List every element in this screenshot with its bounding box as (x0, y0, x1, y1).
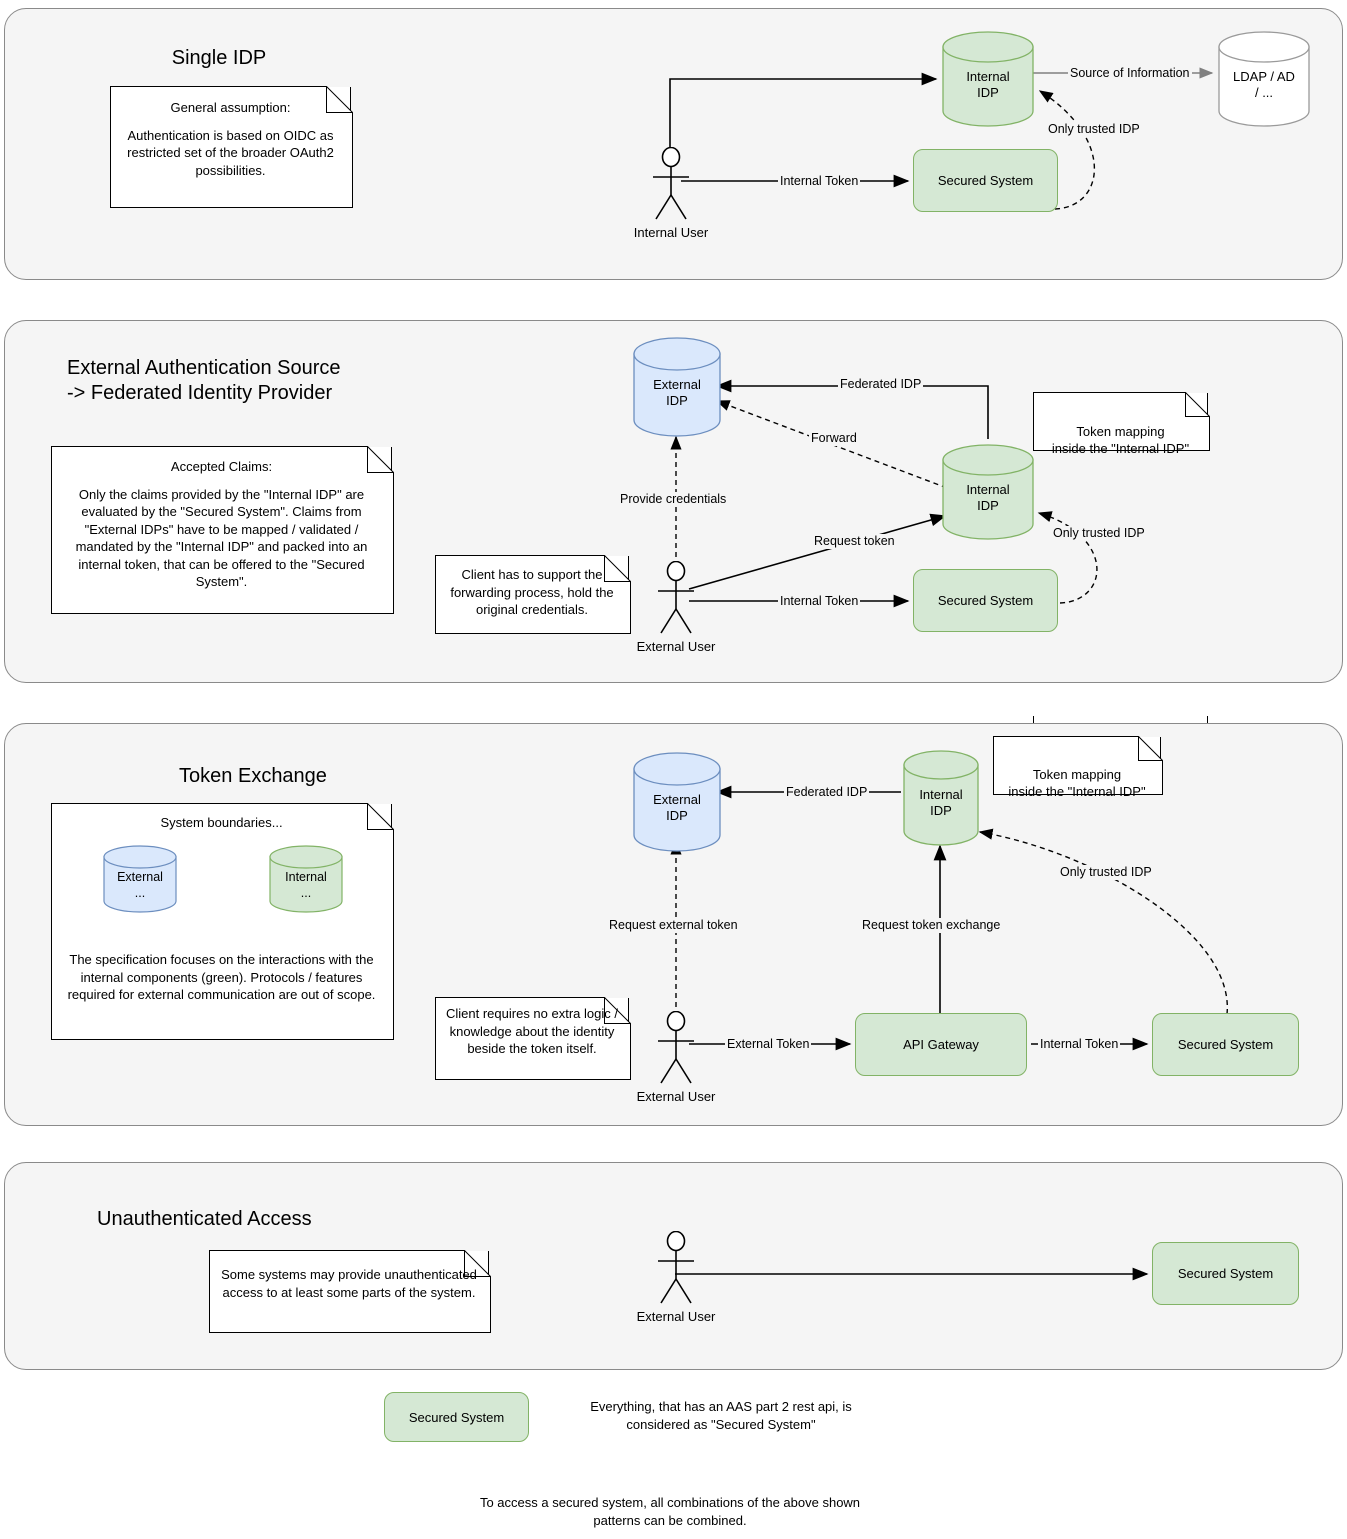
panel-single-idp: Single IDP General assumption: Authentic… (4, 8, 1343, 280)
actor-external-user: External User (637, 1010, 715, 1104)
box-api-gateway-label: API Gateway (903, 1037, 979, 1052)
panel-title-token-exchange: Token Exchange (179, 765, 327, 787)
cylinder-external-idp-label: External IDP (653, 792, 701, 824)
edge-label-source-of-information: Source of Information (1068, 66, 1192, 81)
stick-figure-icon (658, 560, 694, 634)
footer-note: To access a secured system, all combinat… (479, 1495, 861, 1529)
panel-title-unauthenticated-access: Unauthenticated Access (97, 1208, 312, 1230)
edge-label-only-trusted-idp: Only trusted IDP (1051, 526, 1147, 541)
edge-label-forward: Forward (809, 431, 859, 446)
edge-label-request-token-exchange: Request token exchange (860, 918, 1003, 933)
note-boundaries-body: The specification focuses on the interac… (67, 952, 376, 1003)
edge-label-only-trusted-idp: Only trusted IDP (1046, 122, 1142, 137)
cylinder-external-idp: External IDP (633, 337, 721, 437)
actor-external-user-label: External User (636, 1309, 716, 1324)
actor-external-user-label: External User (636, 639, 716, 654)
legend-description: Everything, that has an AAS part 2 rest … (590, 1399, 852, 1433)
panel-unauthenticated-access: Unauthenticated Access Some systems may … (4, 1162, 1343, 1370)
cylinder-internal-idp: Internal IDP (903, 750, 979, 846)
note-token-mapping-panel3: Token mapping inside the "Internal IDP" (993, 736, 1163, 799)
edge-label-request-token: Request token (812, 534, 897, 549)
cylinder-internal-idp-label: Internal IDP (966, 69, 1010, 101)
box-secured-system: Secured System (1152, 1013, 1299, 1076)
cylinder-internal-idp-label: Internal IDP (966, 482, 1010, 514)
edge-label-federated-idp: Federated IDP (838, 377, 924, 392)
actor-external-user-label: External User (636, 1089, 716, 1104)
note-token-mapping-panel2: Token mapping inside the "Internal IDP" (1033, 392, 1210, 456)
note-body-text: Authentication is based on OIDC as restr… (127, 127, 334, 178)
note-body-text: Token mapping inside the "Internal IDP" (1008, 766, 1146, 800)
box-secured-system-label: Secured System (937, 593, 1034, 608)
note-general-assumption: General assumption: Authentication is ba… (110, 86, 353, 208)
actor-external-user: External User (637, 560, 715, 654)
edge-label-external-token: External Token (725, 1037, 812, 1052)
actor-external-user: External User (637, 1230, 715, 1324)
cylinder-internal-legend-label: Internal ... (285, 870, 327, 900)
note-unauthenticated-access: Some systems may provide unauthenticated… (209, 1250, 491, 1333)
panel-title-single-idp: Single IDP (171, 47, 267, 69)
box-secured-system-label: Secured System (1177, 1037, 1274, 1052)
actor-internal-user-label: Internal User (633, 225, 709, 240)
note-body-text: Only the claims provided by the "Interna… (75, 486, 368, 590)
cylinder-external-idp: External IDP (633, 752, 721, 852)
edge-label-request-external-token: Request external token (607, 918, 740, 933)
edge-label-internal-token: Internal Token (778, 594, 861, 609)
cylinder-external-idp-label: External IDP (653, 377, 701, 409)
cylinder-external-legend-label: External ... (117, 870, 163, 900)
edge-label-internal-token: Internal Token (1038, 1037, 1121, 1052)
panel-external-auth-source: External Authentication Source -> Federa… (4, 320, 1343, 773)
edge-label-only-trusted-idp: Only trusted IDP (1058, 865, 1154, 880)
box-secured-system: Secured System (1152, 1242, 1299, 1305)
cylinder-internal-legend: Internal ... (269, 845, 343, 913)
panel-title-external-auth-source: External Authentication Source -> Federa… (67, 357, 341, 404)
edge-label-federated-idp: Federated IDP (784, 785, 870, 800)
note-body-text: Token mapping inside the "Internal IDP" (1051, 423, 1190, 457)
box-secured-system: Secured System (913, 149, 1058, 212)
stick-figure-icon (658, 1010, 694, 1084)
edge-label-internal-token: Internal Token (778, 174, 861, 189)
panel-token-exchange: Token Exchange System boundaries... Exte… (4, 723, 1343, 1126)
note-body-text: Client has to support the forwarding pro… (450, 567, 614, 618)
box-api-gateway: API Gateway (855, 1013, 1027, 1076)
stick-figure-icon (658, 1230, 694, 1304)
cylinder-ldap-ad: LDAP / AD / ... (1218, 31, 1310, 127)
note-heading: Accepted Claims: (170, 459, 273, 474)
actor-internal-user: Internal User (634, 146, 708, 240)
note-body-text: Some systems may provide unauthenticated… (221, 1267, 477, 1300)
box-secured-system: Secured System (913, 569, 1058, 632)
note-client-forwarding: Client has to support the forwarding pro… (435, 555, 631, 634)
legend-secured-system-label: Secured System (408, 1409, 505, 1425)
note-body-text: Client requires no extra logic / knowled… (446, 1006, 618, 1057)
box-secured-system-label: Secured System (1177, 1266, 1274, 1281)
note-heading: General assumption: (170, 100, 291, 115)
edge-label-provide-credentials: Provide credentials (618, 492, 729, 507)
note-client-no-extra-logic: Client requires no extra logic / knowled… (435, 997, 631, 1080)
cylinder-internal-idp: Internal IDP (942, 444, 1034, 540)
note-accepted-claims: Accepted Claims: Only the claims provide… (51, 446, 394, 614)
note-system-boundaries: System boundaries... External ... Intern… (51, 803, 394, 1040)
note-heading: System boundaries... (160, 815, 283, 830)
legend-secured-system-box: Secured System (384, 1392, 529, 1442)
cylinder-external-legend: External ... (103, 845, 177, 913)
box-secured-system-label: Secured System (937, 173, 1034, 188)
cylinder-internal-idp-label: Internal IDP (919, 787, 963, 819)
stick-figure-icon (653, 146, 689, 220)
cylinder-ldap-ad-label: LDAP / AD / ... (1233, 69, 1295, 101)
cylinder-internal-idp: Internal IDP (942, 31, 1034, 127)
